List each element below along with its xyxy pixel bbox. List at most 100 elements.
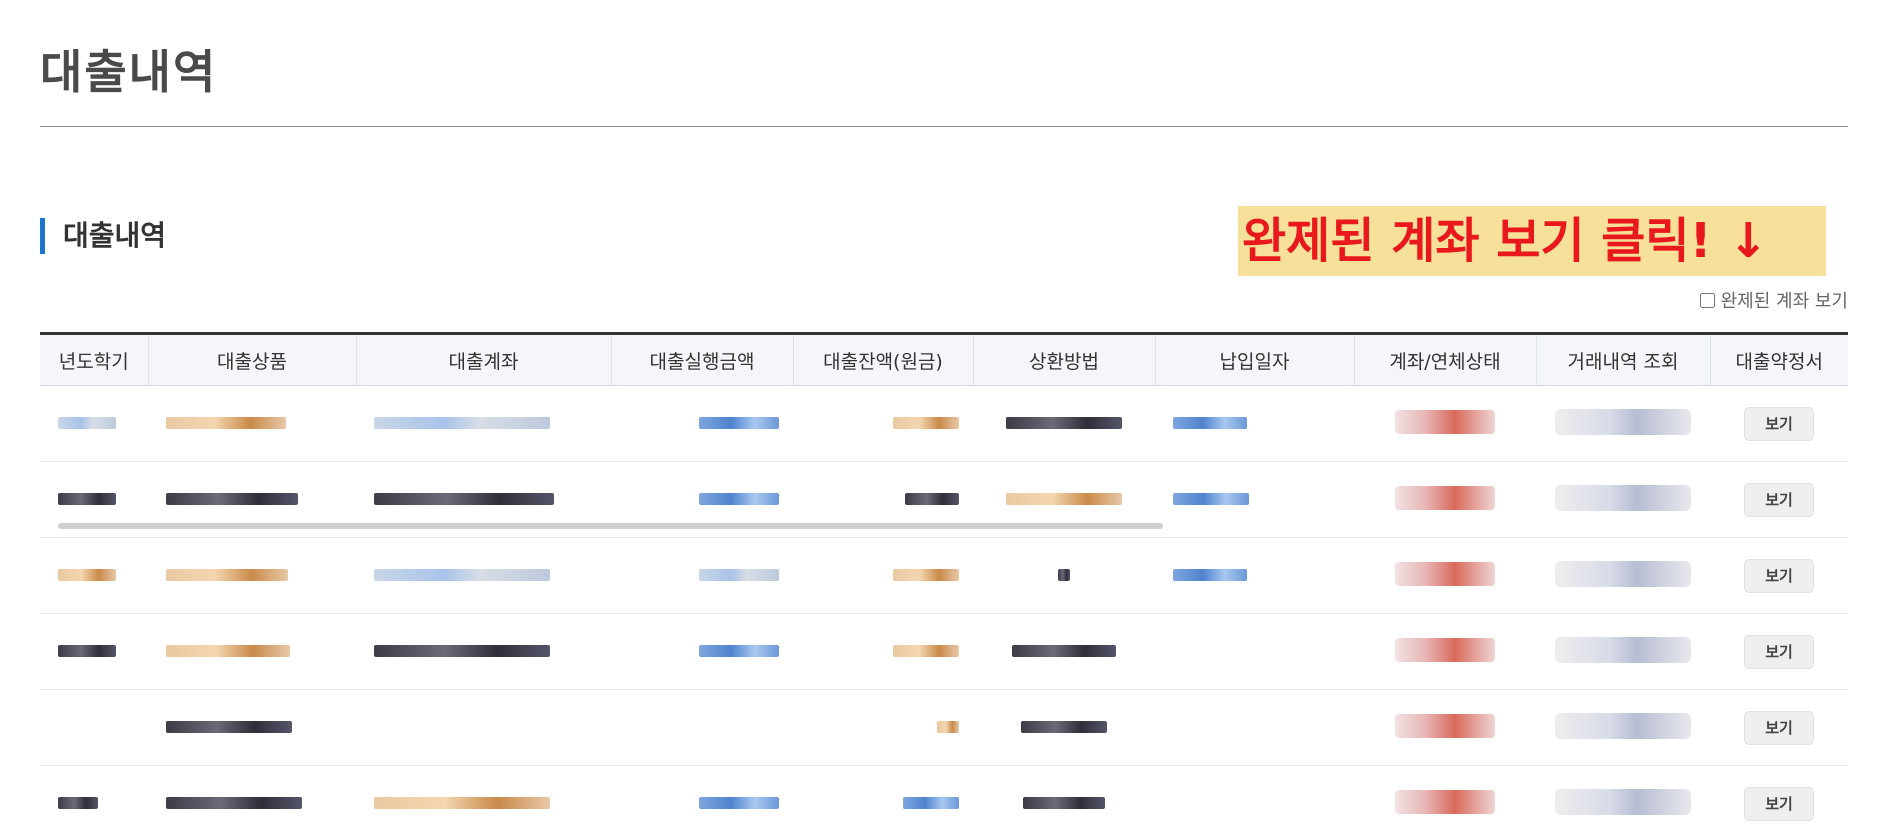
view-agreement-button[interactable]: 보기 xyxy=(1744,559,1814,593)
cell-status xyxy=(1354,462,1536,538)
account-status-badge xyxy=(1395,638,1495,662)
redacted-value xyxy=(893,569,959,581)
cell-account xyxy=(356,386,611,462)
cell-account xyxy=(356,614,611,690)
transaction-history-button[interactable] xyxy=(1555,789,1691,815)
transaction-history-button[interactable] xyxy=(1555,637,1691,663)
redacted-value xyxy=(893,645,959,657)
cell-payment-date xyxy=(1155,690,1354,766)
redacted-value xyxy=(1173,417,1247,429)
show-closed-accounts-toggle[interactable]: 완제된 계좌 보기 xyxy=(1700,288,1848,312)
column-header-repayment-method: 상환방법 xyxy=(973,335,1155,386)
cell-balance xyxy=(793,766,973,825)
cell-product xyxy=(148,614,356,690)
cell-payment-date xyxy=(1155,386,1354,462)
transaction-history-button[interactable] xyxy=(1555,713,1691,739)
annotation-callout: 완제된 계좌 보기 클릭! ↓ xyxy=(1238,206,1826,276)
cell-payment-date xyxy=(1155,538,1354,614)
cell-product xyxy=(148,766,356,825)
redacted-value xyxy=(166,493,298,505)
cell-semester xyxy=(40,538,148,614)
transaction-history-button[interactable] xyxy=(1555,485,1691,511)
table-row: 보기 xyxy=(40,690,1848,766)
redacted-value xyxy=(699,417,779,429)
cell-repayment-method xyxy=(973,538,1155,614)
redacted-value xyxy=(58,569,116,581)
redacted-value xyxy=(1058,569,1070,581)
redacted-value xyxy=(1021,721,1107,733)
redacted-value xyxy=(893,417,959,429)
column-header-payment-date: 납입일자 xyxy=(1155,335,1354,386)
view-agreement-button[interactable]: 보기 xyxy=(1744,787,1814,821)
redacted-value xyxy=(166,797,302,809)
column-header-transaction-history: 거래내역 조회 xyxy=(1536,335,1710,386)
cell-status xyxy=(1354,614,1536,690)
column-header-semester: 년도학기 xyxy=(40,335,148,386)
cell-status xyxy=(1354,538,1536,614)
cell-agreement: 보기 xyxy=(1710,386,1848,462)
redacted-value xyxy=(903,797,959,809)
account-status-badge xyxy=(1395,410,1495,434)
title-divider xyxy=(40,126,1848,127)
cell-balance xyxy=(793,538,973,614)
cell-agreement: 보기 xyxy=(1710,462,1848,538)
view-agreement-button[interactable]: 보기 xyxy=(1744,711,1814,745)
cell-repayment-method xyxy=(973,386,1155,462)
cell-semester xyxy=(40,690,148,766)
redacted-value xyxy=(58,417,116,429)
cell-balance xyxy=(793,614,973,690)
redacted-value xyxy=(1173,569,1247,581)
redacted-value xyxy=(166,721,292,733)
redacted-value xyxy=(699,569,779,581)
cell-history xyxy=(1536,690,1710,766)
cell-product xyxy=(148,386,356,462)
transaction-history-button[interactable] xyxy=(1555,409,1691,435)
redacted-value xyxy=(1173,493,1249,505)
cell-history xyxy=(1536,766,1710,825)
view-agreement-button[interactable]: 보기 xyxy=(1744,483,1814,517)
cell-account xyxy=(356,538,611,614)
redacted-value xyxy=(374,569,550,581)
table-header-row: 년도학기 대출상품 대출계좌 대출실행금액 대출잔액(원금) 상환방법 납입일자… xyxy=(40,335,1848,386)
loan-history-table: 년도학기 대출상품 대출계좌 대출실행금액 대출잔액(원금) 상환방법 납입일자… xyxy=(40,335,1848,825)
cell-status xyxy=(1354,690,1536,766)
cell-loan-amount xyxy=(611,614,793,690)
cell-loan-amount xyxy=(611,766,793,825)
view-agreement-button[interactable]: 보기 xyxy=(1744,407,1814,441)
redacted-value xyxy=(374,417,550,429)
redacted-value xyxy=(58,645,116,657)
cell-history xyxy=(1536,462,1710,538)
horizontal-scroll-indicator[interactable] xyxy=(58,523,1163,529)
cell-account xyxy=(356,690,611,766)
account-status-badge xyxy=(1395,790,1495,814)
cell-agreement: 보기 xyxy=(1710,538,1848,614)
redacted-value xyxy=(374,493,554,505)
transaction-history-button[interactable] xyxy=(1555,561,1691,587)
cell-agreement: 보기 xyxy=(1710,766,1848,825)
column-header-status: 계좌/연체상태 xyxy=(1354,335,1536,386)
account-status-badge xyxy=(1395,714,1495,738)
redacted-value xyxy=(699,645,779,657)
cell-status xyxy=(1354,386,1536,462)
cell-repayment-method xyxy=(973,766,1155,825)
cell-balance xyxy=(793,690,973,766)
table-row: 보기 xyxy=(40,386,1848,462)
cell-account xyxy=(356,766,611,825)
show-closed-accounts-checkbox[interactable] xyxy=(1700,293,1715,308)
table-row: 보기 xyxy=(40,614,1848,690)
cell-status xyxy=(1354,766,1536,825)
account-status-badge xyxy=(1395,486,1495,510)
redacted-value xyxy=(699,493,779,505)
redacted-value xyxy=(166,569,288,581)
view-agreement-button[interactable]: 보기 xyxy=(1744,635,1814,669)
redacted-value xyxy=(905,493,959,505)
cell-loan-amount xyxy=(611,538,793,614)
redacted-value xyxy=(166,417,286,429)
column-header-loan-amount: 대출실행금액 xyxy=(611,335,793,386)
cell-history xyxy=(1536,386,1710,462)
redacted-value xyxy=(699,797,779,809)
column-header-product: 대출상품 xyxy=(148,335,356,386)
cell-payment-date xyxy=(1155,766,1354,825)
account-status-badge xyxy=(1395,562,1495,586)
column-header-account: 대출계좌 xyxy=(356,335,611,386)
